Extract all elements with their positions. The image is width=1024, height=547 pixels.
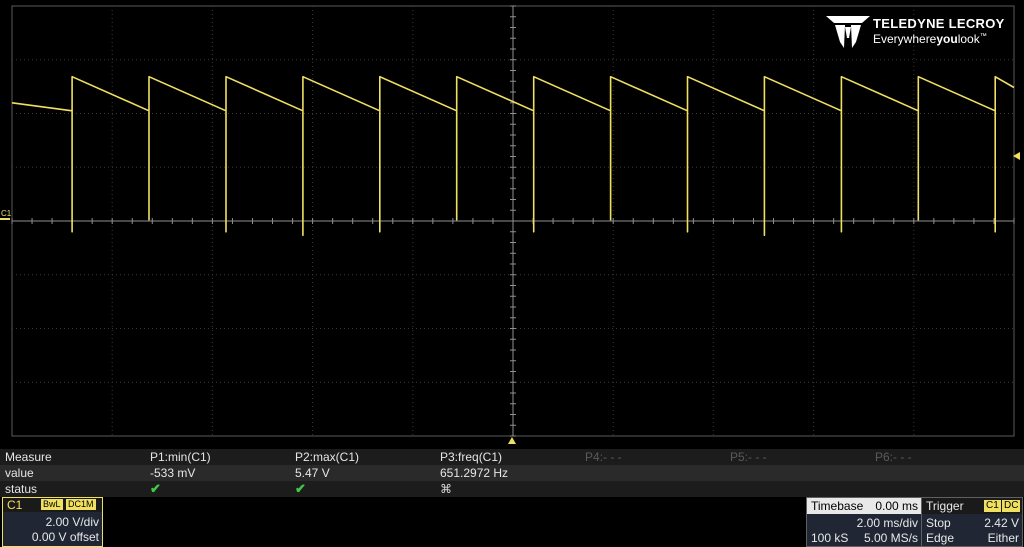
param-p1-status-check-icon: ✔ [150,481,161,496]
param-p2-header[interactable]: P2:max(C1) [295,450,359,464]
param-p2-status-check-icon: ✔ [295,481,306,496]
logo-mark-icon [826,16,870,48]
param-p5-header[interactable]: P5:- - - [730,450,767,464]
time-per-division: 2.00 ms/div [856,516,918,530]
timebase-position: 0.00 ms [875,499,918,513]
trigger-source-badge: C1 [984,500,1001,512]
channel-c1-header: C1 BwL DC1M [3,498,102,512]
coupling-badge: DC1M [66,499,96,510]
brand-tagline: Everywhereyoulook™ [873,32,987,46]
param-p1-header[interactable]: P1:min(C1) [150,450,211,464]
measure-status-row: status ✔ ✔ ⌘ [0,481,1024,497]
trigger-mode: Stop [926,516,951,530]
sample-rate: 5.00 MS/s [863,531,918,545]
sample-count: 100 kS [811,531,849,545]
graticule-grid [11,5,1015,437]
param-p4-header[interactable]: P4:- - - [585,450,622,464]
trigger-type: Edge [926,531,955,545]
param-p2-value: 5.47 V [295,466,330,480]
bandwidth-limit-badge: BwL [41,499,63,510]
channel-name: C1 [7,498,23,512]
trigger-coupling-badge: DC [1002,500,1021,512]
vertical-offset: 0.00 V offset [31,530,99,544]
status-row-label: status [5,482,38,496]
param-p3-header[interactable]: P3:freq(C1) [440,450,502,464]
channel-ground-marker[interactable] [0,218,10,220]
timebase-descriptor[interactable]: Timebase 0.00 ms 2.00 ms/div 100 kS 5.00… [806,497,922,547]
channel-c1-descriptor[interactable]: C1 BwL DC1M 2.00 V/div 0.00 V offset [2,497,103,547]
timebase-header: Timebase 0.00 ms [807,498,921,514]
param-p3-status-warning-icon: ⌘ [440,482,452,496]
trigger-slope: Either [987,531,1019,545]
brand-name: TELEDYNE LECROY [873,16,1005,31]
param-p3-value: 651.2972 Hz [440,466,509,480]
trigger-level: 2.42 V [984,516,1019,530]
value-row-label: value [5,466,34,480]
measurement-table[interactable]: Measure P1:min(C1) P2:max(C1) P3:freq(C1… [0,449,1024,497]
trigger-descriptor[interactable]: Trigger C1 DC Stop 2.42 V Edge Either [921,497,1023,547]
measure-title: Measure [5,450,52,464]
timebase-title: Timebase [811,499,864,513]
teledyne-lecroy-logo: TELEDYNE LECROY Everywhereyoulook™ [826,14,1016,50]
measure-header-row: Measure P1:min(C1) P2:max(C1) P3:freq(C1… [0,449,1024,465]
oscilloscope-display [11,5,1015,437]
trigger-title: Trigger [926,499,964,513]
trigger-header: Trigger C1 DC [922,498,1022,514]
measure-value-row: value -533 mV 5.47 V 651.2972 Hz [0,465,1024,481]
trigger-level-marker[interactable] [1013,152,1020,160]
channel-ground-label: C1 [1,209,12,218]
trigger-position-marker[interactable] [508,437,516,444]
param-p6-header[interactable]: P6:- - - [875,450,912,464]
vertical-scale: 2.00 V/div [45,515,99,529]
param-p1-value: -533 mV [150,466,196,480]
